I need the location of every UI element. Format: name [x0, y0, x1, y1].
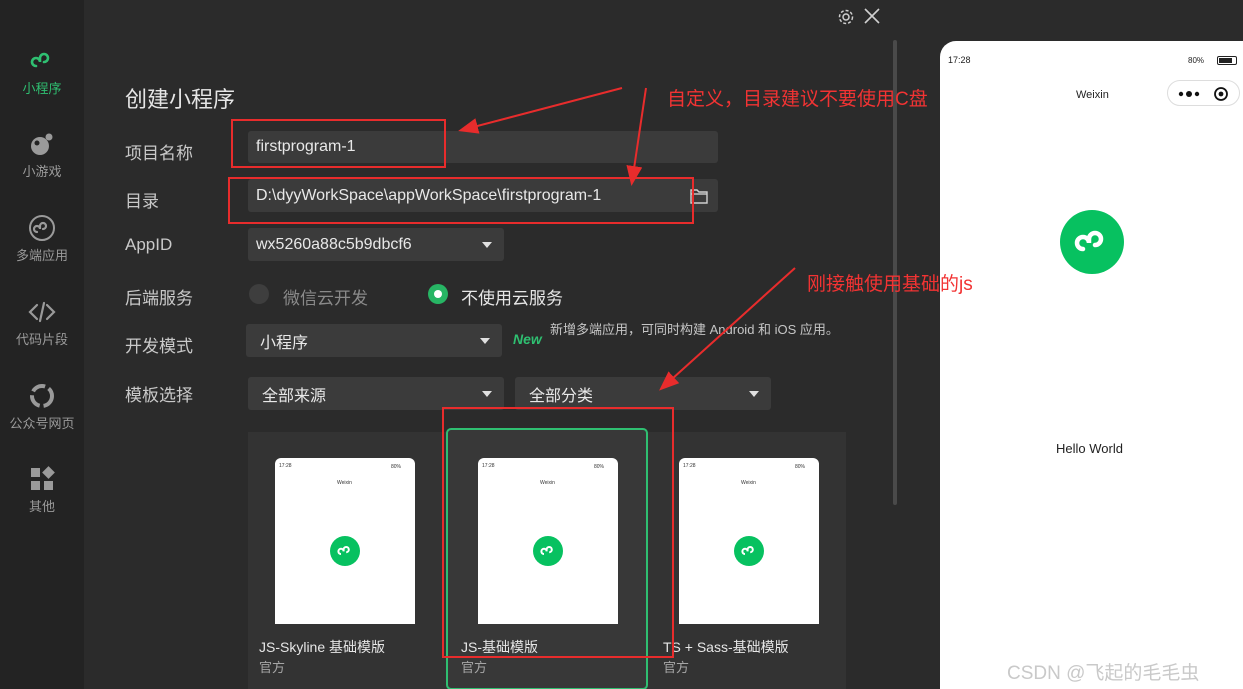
watermark: CSDN @飞起的毛毛虫: [1007, 663, 1200, 684]
annotation-arrows: [458, 87, 796, 391]
